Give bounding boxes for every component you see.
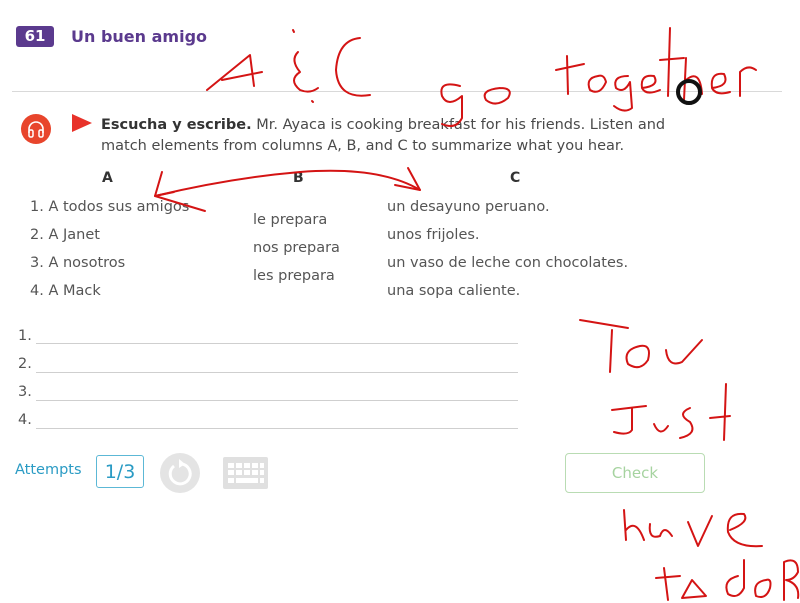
keyboard-icon[interactable] <box>223 457 268 489</box>
keyboard-icon-glyph <box>228 463 264 483</box>
column-a-item: 3. A nosotros <box>30 255 126 271</box>
answer-input-1[interactable] <box>36 343 518 344</box>
answer-number: 2. <box>18 356 32 372</box>
lesson-title: Un buen amigo <box>71 27 208 46</box>
headphones-icon[interactable] <box>21 114 51 144</box>
annotation-stroke <box>681 579 707 599</box>
cursor-ring <box>676 79 702 105</box>
annotation-stroke <box>709 383 731 441</box>
annotation-stroke <box>579 319 629 373</box>
answer-number: 1. <box>18 328 32 344</box>
annotation-stroke <box>687 515 713 547</box>
column-c-item: un vaso de leche con chocolates. <box>387 255 629 271</box>
headphones-icon-glyph <box>28 121 44 138</box>
annotation-stroke <box>659 27 685 97</box>
annotation-stroke <box>683 57 703 101</box>
column-b-item: nos prepara <box>253 240 340 256</box>
annotation-stroke <box>783 559 800 601</box>
instructions: Escucha y escribe. Mr. Ayaca is cooking … <box>101 115 701 157</box>
check-button[interactable]: Check <box>565 453 705 493</box>
column-b-item: le prepara <box>253 212 328 228</box>
answer-input-2[interactable] <box>36 372 518 373</box>
lesson-number-badge: 61 <box>16 26 54 47</box>
annotation-stroke <box>613 75 633 112</box>
column-a-item: 1. A todos sus amigos <box>30 199 190 215</box>
annotation-stroke <box>623 509 645 541</box>
column-c-item: una sopa caliente. <box>387 283 521 299</box>
column-b-item: les prepara <box>253 268 335 284</box>
annotation-stroke <box>335 37 371 97</box>
answer-number: 3. <box>18 384 32 400</box>
column-a-item: 2. A Janet <box>30 227 100 243</box>
retry-icon-glyph <box>168 459 192 486</box>
column-a-item: 4. A Mack <box>30 283 101 299</box>
annotation-stroke <box>725 559 745 597</box>
title-divider <box>12 91 782 92</box>
annotation-arrow <box>154 169 421 197</box>
annotation-stroke <box>206 54 263 91</box>
annotation-stroke <box>625 344 650 369</box>
annotation-arrow <box>394 167 421 191</box>
annotation-stroke <box>679 407 694 439</box>
column-a-header: A <box>102 170 113 186</box>
annotation-stroke <box>648 523 673 538</box>
column-c-header: C <box>510 170 521 186</box>
attempts-counter: 1/3 <box>96 455 144 488</box>
attempts-label: Attempts <box>15 462 82 478</box>
answer-input-3[interactable] <box>36 400 518 401</box>
annotation-stroke <box>754 578 772 598</box>
play-icon[interactable] <box>72 114 92 132</box>
retry-icon[interactable] <box>160 453 200 493</box>
annotation-stroke <box>726 512 763 548</box>
annotation-stroke <box>555 55 585 95</box>
annotation-stroke <box>665 339 703 365</box>
annotation-stroke <box>655 567 681 601</box>
column-b-header: B <box>293 170 304 186</box>
column-c-item: unos frijoles. <box>387 227 480 243</box>
answer-number: 4. <box>18 412 32 428</box>
annotation-stroke <box>611 405 647 435</box>
answer-input-4[interactable] <box>36 428 518 429</box>
instructions-title: Escucha y escribe. <box>101 117 252 133</box>
column-c-item: un desayuno peruano. <box>387 199 550 215</box>
annotation-stroke <box>653 423 669 433</box>
annotation-stroke <box>587 74 607 93</box>
